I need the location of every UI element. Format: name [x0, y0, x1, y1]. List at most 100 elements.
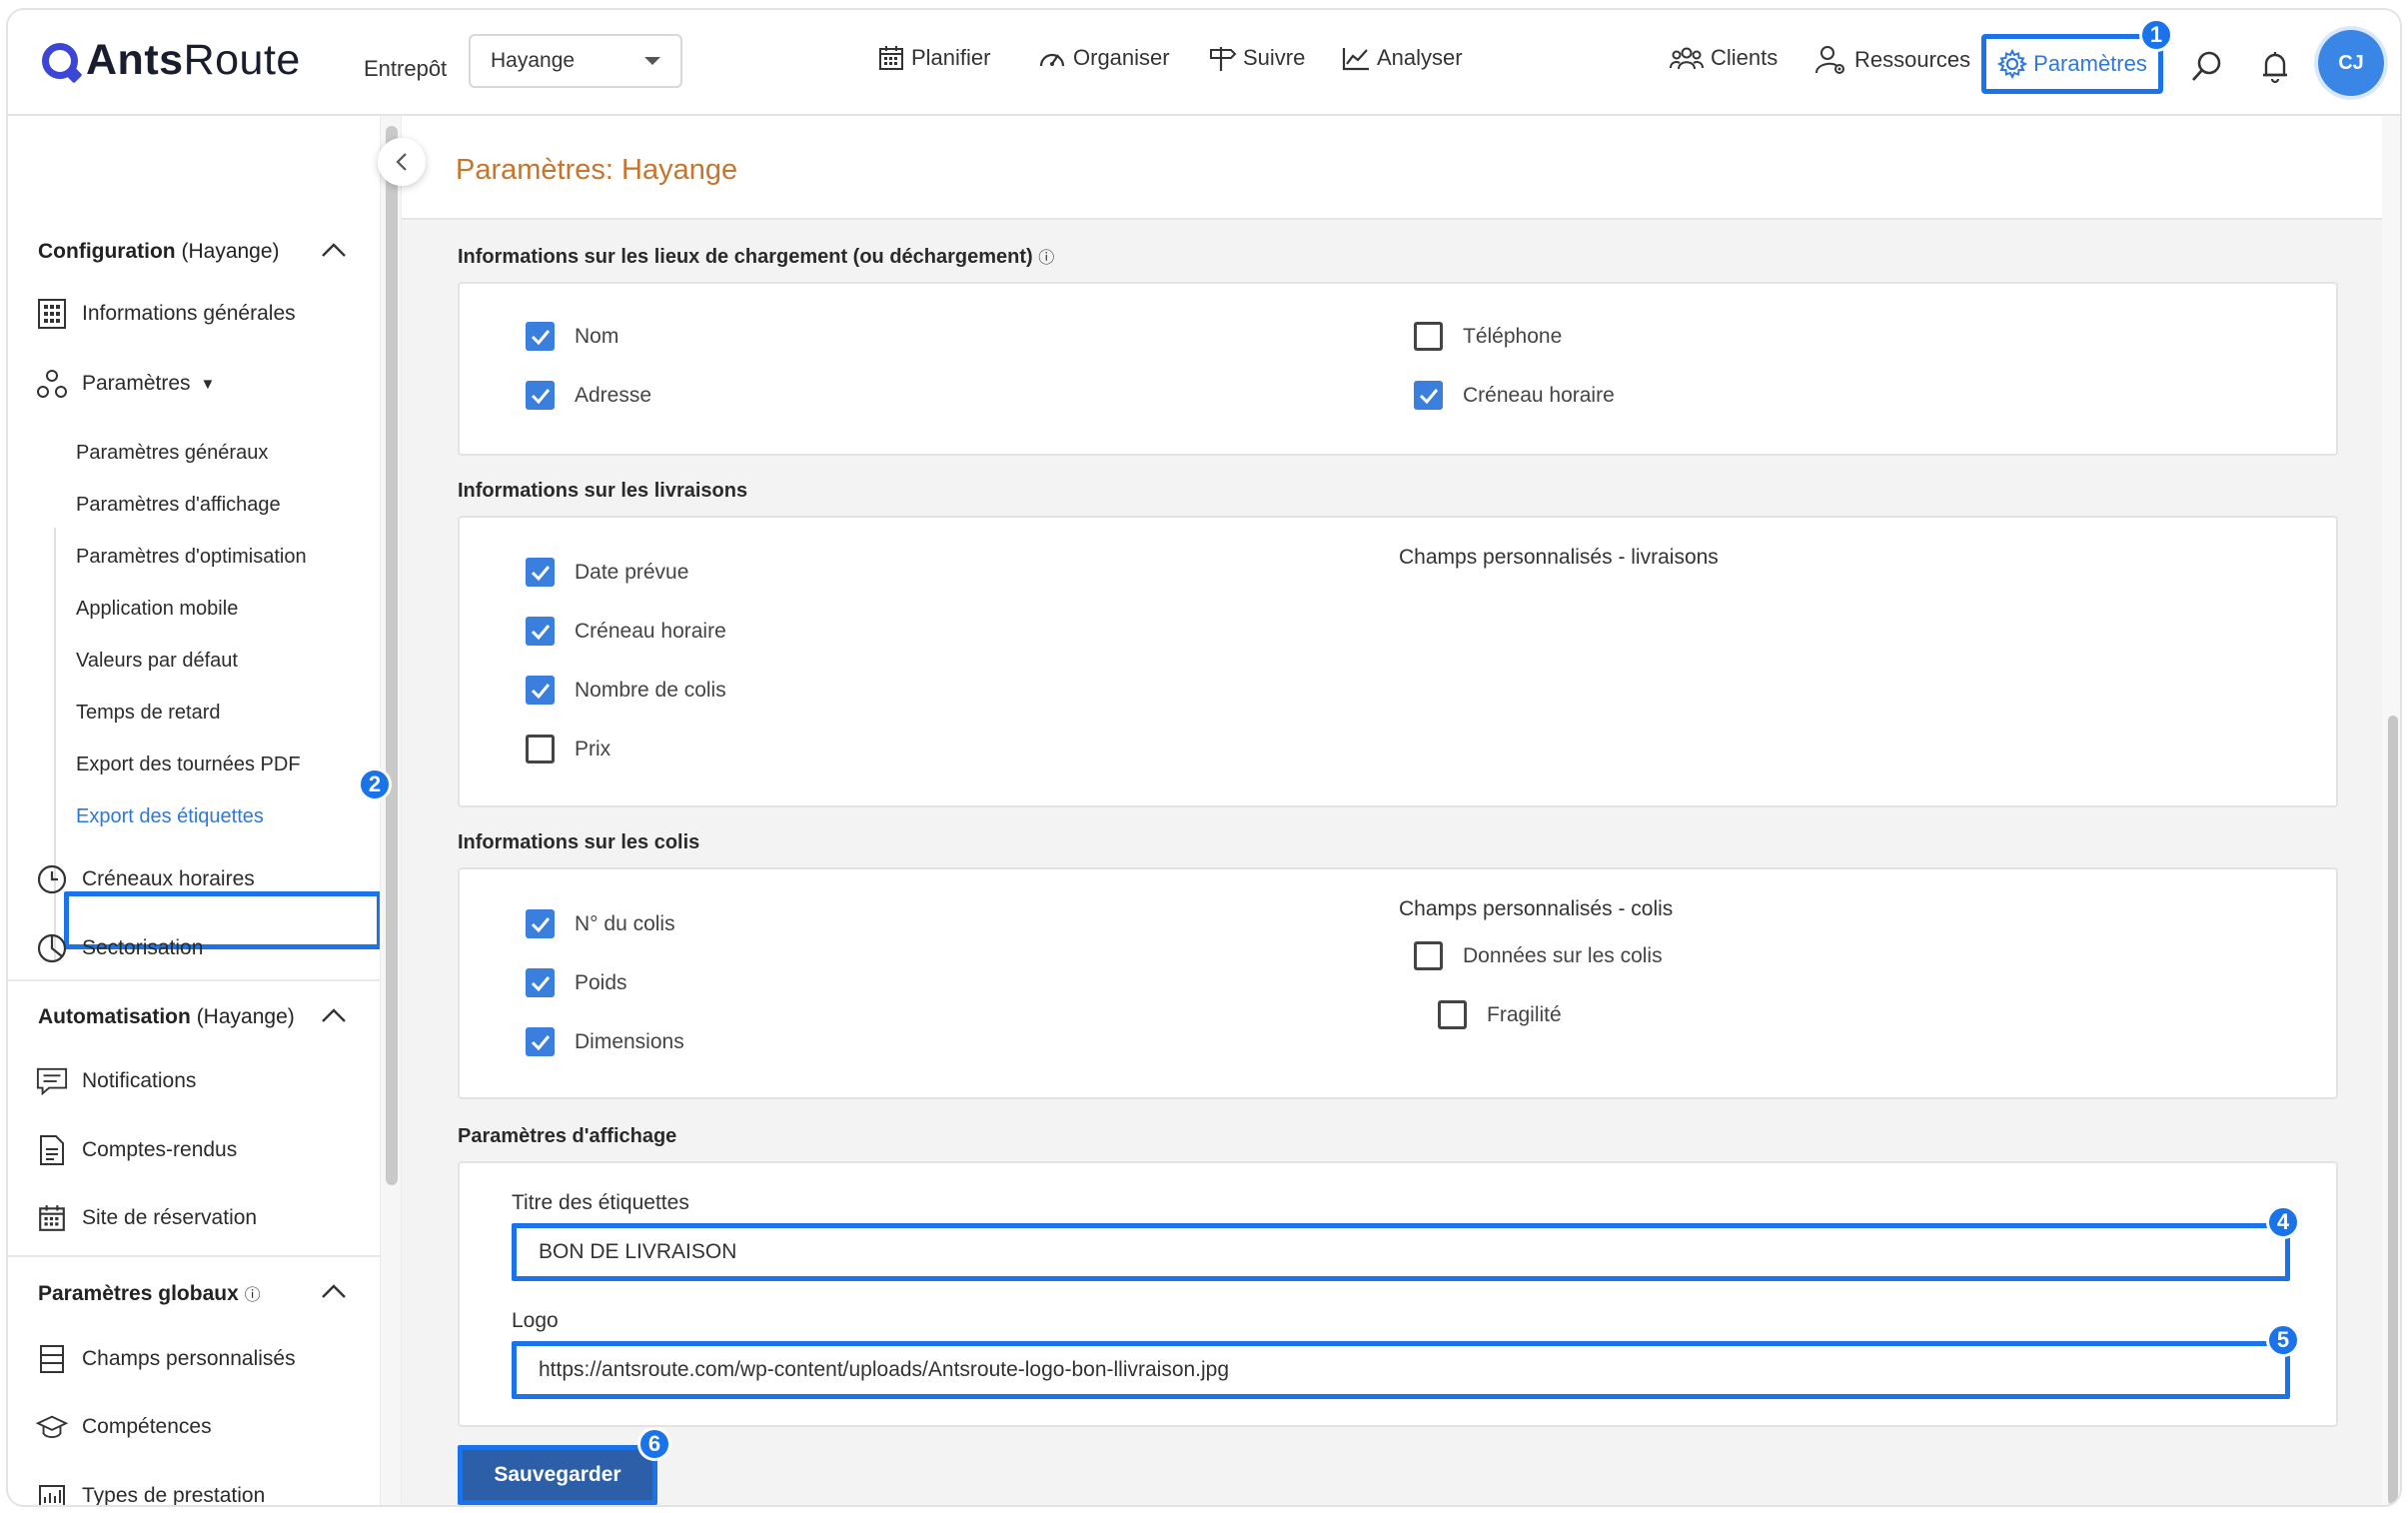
checkbox-creneau-horaire-livraison[interactable]: Créneau horaire	[526, 617, 726, 646]
chevron-up-icon[interactable]	[320, 1005, 348, 1025]
sidebar-item-label: Notifications	[82, 1069, 197, 1092]
checkbox-telephone[interactable]: Téléphone	[1414, 322, 1562, 351]
group-title-lieux: Informations sur les lieux de chargement…	[458, 244, 1054, 269]
nav-analyser-label: Analyser	[1377, 45, 1463, 70]
chart-box-icon	[36, 1481, 68, 1505]
checkbox-nombre-colis[interactable]: Nombre de colis	[526, 676, 726, 705]
sidebar-scroll-thumb[interactable]	[386, 126, 398, 1185]
group-title-affichage: Paramètres d'affichage	[458, 1125, 677, 1147]
card-colis: N° du colis Poids Dimensions Champs pers…	[458, 867, 2338, 1099]
nav-clients-label: Clients	[1711, 45, 1779, 70]
checkbox-creneau-horaire[interactable]: Créneau horaire	[1414, 381, 1615, 410]
logo-url-value: https://antsroute.com/wp-content/uploads…	[539, 1358, 1230, 1381]
auto-title: Automatisation	[38, 1005, 191, 1028]
logo-text-light: Route	[183, 36, 301, 84]
calendar-icon	[36, 1203, 68, 1233]
sidebar-item-champs-personnalises[interactable]: Champs personnalisés	[36, 1343, 296, 1375]
sidebar-item-label: Types de prestation	[82, 1484, 266, 1507]
divider	[8, 1255, 380, 1257]
check-icon	[526, 909, 555, 938]
nav-ressources[interactable]: Ressources	[1814, 44, 1970, 76]
check-icon	[526, 381, 555, 410]
submenu-item-temps-retard[interactable]: Temps de retard	[76, 702, 221, 725]
unchecked-box-icon	[1414, 941, 1443, 970]
checkbox-label: Nom	[575, 324, 619, 348]
checkbox-poids[interactable]: Poids	[526, 968, 627, 997]
checkbox-date-prevue[interactable]: Date prévue	[526, 558, 688, 587]
step-badge-6: 6	[637, 1427, 671, 1461]
top-header: AntsRoute Entrepôt Hayange Planifier Org…	[8, 10, 2400, 116]
chart-icon	[1342, 48, 1369, 71]
submenu-item-valeurs-defaut[interactable]: Valeurs par défaut	[76, 650, 238, 673]
checkbox-adresse[interactable]: Adresse	[526, 381, 651, 410]
sidebar-item-sectorisation[interactable]: Sectorisation	[36, 932, 203, 964]
checkbox-dimensions[interactable]: Dimensions	[526, 1027, 684, 1056]
components-icon	[36, 368, 68, 400]
sidebar-item-informations-generales[interactable]: Informations générales	[36, 298, 296, 330]
chevron-up-icon[interactable]	[320, 1281, 348, 1301]
nav-suivre[interactable]: Suivre	[1207, 44, 1305, 72]
list-icon	[36, 1343, 68, 1375]
entrepot-select[interactable]: Hayange	[469, 34, 682, 88]
card-livraisons: Date prévue Créneau horaire Nombre de co…	[458, 516, 2338, 807]
checkbox-numero-colis[interactable]: N° du colis	[526, 909, 675, 938]
chevron-left-icon	[396, 153, 407, 171]
nav-ressources-label: Ressources	[1854, 47, 1971, 72]
checkbox-nom[interactable]: Nom	[526, 322, 618, 351]
divider	[8, 979, 380, 981]
checkbox-label: Créneau horaire	[575, 619, 726, 643]
nav-analyser[interactable]: Analyser	[1341, 44, 1463, 72]
unchecked-box-icon	[526, 735, 555, 763]
checkbox-fragilite[interactable]: Fragilité	[1438, 1000, 1562, 1029]
caret-down-icon	[644, 57, 660, 65]
nav-parametres-button[interactable]: Paramètres	[1981, 34, 2163, 94]
logo-url-input[interactable]: https://antsroute.com/wp-content/uploads…	[512, 1341, 2290, 1399]
nav-organiser[interactable]: Organiser	[1037, 44, 1170, 72]
checkbox-prix[interactable]: Prix	[526, 735, 610, 763]
save-button[interactable]: Sauvegarder	[458, 1445, 657, 1505]
unchecked-box-icon	[1414, 322, 1443, 351]
submenu-item-parametres-optimisation[interactable]: Paramètres d'optimisation	[76, 546, 307, 569]
sidebar-item-notifications[interactable]: Notifications	[36, 1065, 196, 1097]
titre-etiquettes-input[interactable]: BON DE LIVRAISON	[512, 1223, 2290, 1281]
sidebar-item-competences[interactable]: Compétences	[36, 1412, 212, 1442]
page-title: Paramètres: Hayange	[456, 154, 738, 186]
sidebar-item-parametres[interactable]: Paramètres ▼	[36, 368, 215, 400]
chevron-up-icon[interactable]	[320, 240, 348, 260]
search-icon[interactable]	[2190, 50, 2224, 84]
nav-suivre-label: Suivre	[1243, 45, 1306, 70]
main-scrollbar[interactable]	[2382, 116, 2400, 1505]
nav-planifier[interactable]: Planifier	[877, 44, 990, 72]
checkbox-label: Téléphone	[1463, 324, 1563, 348]
sidebar-item-creneaux-horaires[interactable]: Créneaux horaires	[36, 863, 255, 895]
nav-planifier-label: Planifier	[911, 45, 991, 70]
antsroute-logo[interactable]: AntsRoute	[42, 36, 301, 85]
submenu-item-application-mobile[interactable]: Application mobile	[76, 598, 238, 621]
nav-organiser-label: Organiser	[1073, 45, 1170, 70]
sidebar-scrollbar[interactable]	[380, 116, 402, 1505]
submenu-item-export-etiquettes[interactable]: Export des étiquettes	[76, 805, 264, 828]
card-lieux: Nom Adresse Téléphone Créneau horaire	[458, 282, 2338, 456]
nav-clients[interactable]: Clients	[1669, 44, 1778, 72]
submenu-item-parametres-affichage[interactable]: Paramètres d'affichage	[76, 494, 281, 517]
sidebar-item-label: Créneaux horaires	[82, 867, 255, 890]
checkbox-donnees-colis[interactable]: Données sur les colis	[1414, 941, 1663, 970]
sidebar-item-site-reservation[interactable]: Site de réservation	[36, 1203, 257, 1233]
sidebar-item-label: Comptes-rendus	[82, 1138, 238, 1161]
checkbox-label: Données sur les colis	[1463, 943, 1663, 967]
users-icon	[1670, 47, 1704, 70]
building-icon	[36, 298, 68, 330]
check-icon	[1414, 381, 1443, 410]
user-avatar[interactable]: CJ	[2318, 30, 2384, 96]
page-header: Paramètres: Hayange	[402, 116, 2382, 220]
submenu-item-parametres-generaux[interactable]: Paramètres généraux	[76, 442, 268, 465]
collapse-sidebar-button[interactable]	[378, 138, 426, 186]
sidebar-item-types-prestation[interactable]: Types de prestation	[36, 1481, 266, 1507]
gear-icon	[1997, 49, 2028, 79]
main-scroll-thumb[interactable]	[2388, 716, 2398, 1505]
sidebar-item-label: Sectorisation	[82, 936, 204, 959]
sidebar-item-comptes-rendus[interactable]: Comptes-rendus	[36, 1134, 237, 1166]
submenu-item-export-tournees-pdf[interactable]: Export des tournées PDF	[76, 754, 301, 776]
logo-label: Logo	[512, 1309, 559, 1332]
bell-icon[interactable]	[2260, 50, 2290, 84]
